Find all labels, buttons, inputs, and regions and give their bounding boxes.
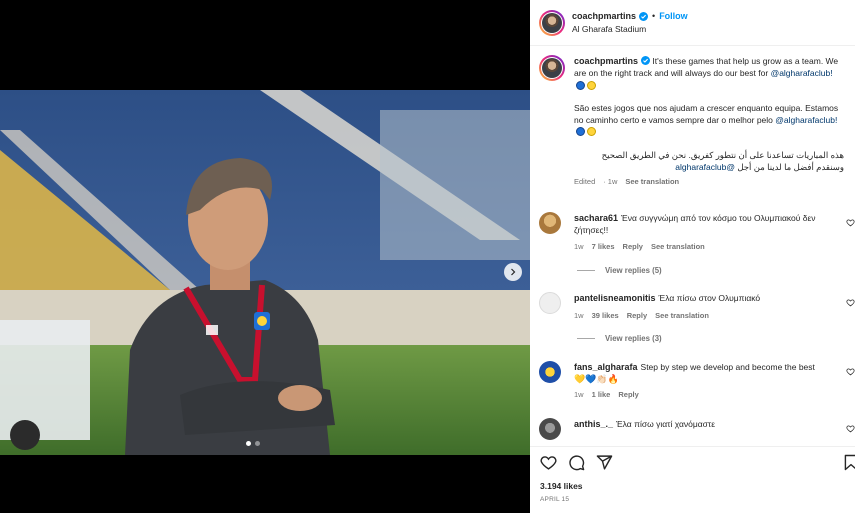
replies-line — [577, 270, 595, 271]
likes-count[interactable]: 3.194 likes — [540, 481, 583, 491]
yellow-circle-icon — [587, 80, 596, 90]
caption-time: 1w — [607, 177, 618, 187]
post-date[interactable]: APRIL 15 — [540, 496, 569, 503]
reply-button[interactable]: Reply — [618, 390, 638, 399]
post-caption: coachpmartins It's these games that help… — [530, 47, 855, 189]
comment-item: sachara61 Ένα συγγνώμη από τον κόσμο του … — [539, 212, 855, 253]
caption-english: coachpmartins It's these games that help… — [574, 55, 844, 92]
verified-badge-icon — [639, 11, 649, 21]
comment-heart-icon[interactable] — [846, 424, 855, 433]
post-panel: coachpmartins • Follow Al Gharafa Stadiu… — [530, 0, 855, 513]
caption-en-mention[interactable]: @algharafaclub! — [771, 68, 833, 78]
comment-username[interactable]: anthis_._ — [574, 419, 613, 429]
caption-sep: · — [603, 177, 606, 187]
comment-emoji: 💛💙👏🏻🔥 — [574, 374, 619, 385]
action-bar: 3.194 likes APRIL 15 — [530, 446, 855, 513]
comment-text: Step by step we develop and become the b… — [640, 362, 815, 372]
post-location[interactable]: Al Gharafa Stadium — [572, 23, 688, 36]
caption-meta: Edited · 1w See translation — [574, 176, 844, 188]
caption-avatar[interactable] — [539, 55, 565, 81]
post-header: coachpmartins • Follow Al Gharafa Stadiu… — [530, 0, 855, 46]
caption-arabic: هذه المباريات تساعدنا على أن نتطور كفريق… — [574, 149, 844, 174]
comment-username[interactable]: fans_algharafa — [574, 362, 638, 372]
verified-badge-icon — [641, 56, 651, 65]
comment-likes[interactable]: 1 like — [592, 390, 611, 399]
caption-pt-mention[interactable]: @algharafaclub! — [775, 115, 837, 125]
caption-see-translation[interactable]: See translation — [625, 177, 679, 186]
post-photo[interactable] — [0, 90, 530, 455]
comment-text: Έλα πίσω στον Ολυμπιακό — [658, 293, 761, 303]
comment-avatar[interactable] — [539, 361, 561, 383]
comment-likes[interactable]: 39 likes — [592, 311, 619, 320]
media-area — [0, 0, 530, 513]
chevron-right-icon — [511, 268, 516, 276]
blue-circle-icon — [576, 80, 585, 90]
comment-time: 1w — [574, 311, 584, 321]
comment-heart-icon[interactable] — [846, 218, 855, 227]
comment-username[interactable]: pantelisneamonitis — [574, 293, 656, 303]
heart-icon[interactable] — [540, 454, 557, 471]
yellow-circle-icon — [587, 127, 596, 137]
reply-button[interactable]: Reply — [623, 242, 643, 251]
comment-time: 1w — [574, 389, 584, 399]
replies-line — [577, 338, 595, 339]
media-dot-active — [246, 441, 251, 446]
comment-time: 1w — [574, 241, 584, 251]
caption-portuguese: São estes jogos que nos ajudam a crescer… — [574, 102, 844, 139]
comment-item: anthis_._ Έλα πίσω γιατί χανόμαστε — [539, 418, 855, 440]
comment-likes[interactable]: 7 likes — [592, 242, 615, 251]
bookmark-icon — [844, 454, 855, 471]
stadium-photo-illustration — [0, 90, 530, 455]
follow-button[interactable]: Follow — [659, 10, 688, 23]
comment-text: Έλα πίσω γιατί χανόμαστε — [616, 419, 716, 429]
caption-edited: Edited — [574, 177, 596, 187]
comment-avatar[interactable] — [539, 292, 561, 314]
view-replies-button[interactable]: View replies (5) — [577, 266, 662, 275]
caption-ar-mention[interactable]: @algharafaclub — [675, 162, 735, 172]
media-dot — [255, 441, 260, 446]
comments-section[interactable]: coachpmartins It's these games that help… — [530, 47, 855, 445]
next-media-button[interactable] — [504, 263, 522, 281]
comment-item: pantelisneamonitis Έλα πίσω στον Ολυμπιακ… — [539, 292, 855, 323]
view-replies-button[interactable]: View replies (3) — [577, 334, 662, 343]
save-button[interactable] — [844, 454, 855, 471]
comment-heart-icon[interactable] — [846, 367, 855, 376]
author-username[interactable]: coachpmartins — [572, 10, 636, 23]
action-icons — [540, 454, 613, 471]
media-pagination — [246, 441, 260, 446]
header-separator: • — [652, 10, 656, 21]
blue-circle-icon — [576, 127, 585, 137]
see-translation-button[interactable]: See translation — [651, 242, 705, 251]
view-replies-label: View replies (5) — [605, 266, 662, 275]
see-translation-button[interactable]: See translation — [655, 311, 709, 320]
caption-username[interactable]: coachpmartins — [574, 56, 638, 66]
comment-avatar[interactable] — [539, 212, 561, 234]
author-avatar[interactable] — [539, 9, 565, 36]
comment-item: fans_algharafa Step by step we develop an… — [539, 361, 855, 401]
reply-button[interactable]: Reply — [627, 311, 647, 320]
comment-avatar[interactable] — [539, 418, 561, 440]
view-replies-label: View replies (3) — [605, 334, 662, 343]
comment-username[interactable]: sachara61 — [574, 213, 618, 223]
share-icon[interactable] — [596, 454, 613, 471]
comment-icon[interactable] — [568, 454, 585, 471]
comment-heart-icon[interactable] — [846, 298, 855, 307]
